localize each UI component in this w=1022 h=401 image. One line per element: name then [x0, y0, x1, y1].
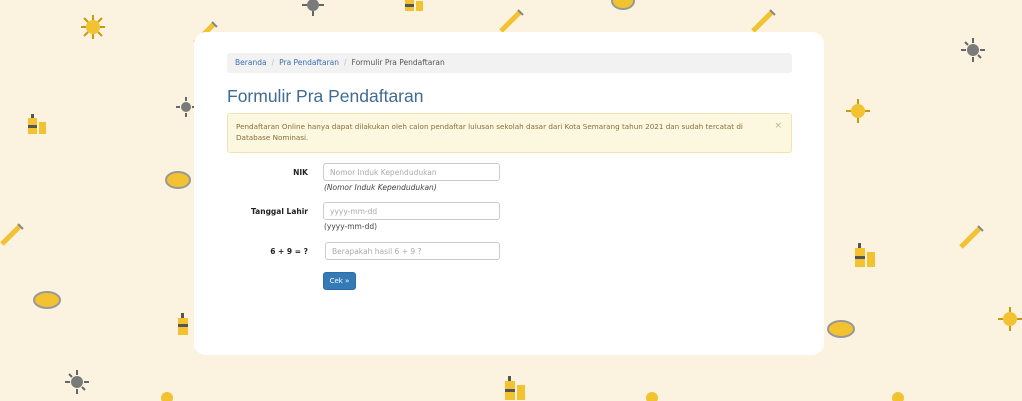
virus-icon	[892, 392, 904, 401]
virus-icon	[161, 392, 173, 401]
sanitizer-icon	[405, 0, 423, 11]
breadcrumb-pre-registration-link[interactable]: Pra Pendaftaran	[279, 58, 339, 67]
form-card: Beranda / Pra Pendaftaran / Formulir Pra Pen…	[194, 32, 824, 355]
alert-message: Pendaftaran Online hanya dapat dilakukan…	[236, 122, 743, 142]
syringe-icon	[499, 9, 524, 33]
syringe-icon	[0, 223, 24, 246]
sanitizer-icon	[855, 243, 875, 267]
sanitizer-icon	[28, 114, 46, 134]
syringe-icon	[959, 225, 984, 249]
sanitizer-icon	[178, 313, 188, 335]
mask-icon	[33, 291, 61, 309]
virus-icon	[961, 38, 985, 62]
nik-input[interactable]	[323, 163, 500, 181]
close-icon[interactable]: ×	[774, 121, 782, 132]
mask-icon	[611, 0, 635, 10]
virus-icon	[81, 15, 105, 39]
virus-icon	[998, 307, 1022, 331]
breadcrumb-separator: /	[271, 58, 275, 67]
captcha-label: 6 + 9 = ?	[270, 247, 308, 256]
breadcrumb-separator: /	[344, 58, 347, 67]
breadcrumb-home-link[interactable]: Beranda	[235, 58, 267, 67]
virus-icon	[846, 99, 870, 123]
mask-icon	[165, 171, 191, 189]
birthdate-help: (yyyy-mm-dd)	[324, 222, 378, 231]
page-title: Formulir Pra Pendaftaran	[227, 86, 424, 106]
info-alert: Pendaftaran Online hanya dapat dilakukan…	[227, 113, 792, 153]
breadcrumb-current: Formulir Pra Pendaftaran	[351, 58, 445, 67]
birthdate-input[interactable]	[323, 202, 500, 220]
virus-icon	[176, 97, 196, 117]
mask-icon	[827, 320, 855, 338]
sanitizer-icon	[505, 376, 525, 400]
syringe-icon	[751, 9, 776, 33]
birthdate-label: Tanggal Lahir	[251, 207, 308, 216]
breadcrumb: Beranda / Pra Pendaftaran / Formulir Pra Pen…	[227, 53, 792, 73]
captcha-input[interactable]	[325, 242, 500, 260]
virus-icon	[646, 392, 658, 401]
nik-help: (Nomor Induk Kependudukan)	[324, 183, 437, 192]
virus-icon	[302, 0, 324, 16]
virus-icon	[65, 370, 89, 394]
nik-label: NIK	[293, 168, 308, 177]
check-button[interactable]: Cek »	[323, 272, 356, 290]
